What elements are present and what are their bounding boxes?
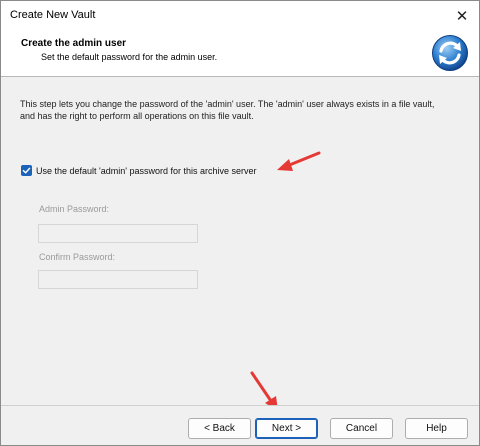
admin-password-label: Admin Password: [39, 204, 110, 214]
window-title: Create New Vault [10, 9, 96, 21]
checkmark-icon [22, 167, 31, 174]
step-description: This step lets you change the password o… [20, 99, 435, 121]
help-button[interactable]: Help [405, 418, 468, 439]
confirm-password-field[interactable] [38, 270, 198, 289]
wizard-content: This step lets you change the password o… [1, 78, 479, 405]
cancel-button[interactable]: Cancel [330, 418, 393, 439]
vault-refresh-icon [432, 35, 468, 71]
close-icon[interactable]: ✕ [445, 1, 479, 31]
admin-password-field[interactable] [38, 224, 198, 243]
annotation-arrow-checkbox [277, 151, 321, 171]
next-button[interactable]: Next > [255, 418, 318, 439]
step-subtitle: Set the default password for the admin u… [41, 52, 218, 62]
confirm-password-label: Confirm Password: [39, 252, 116, 262]
use-default-password-checkbox[interactable] [21, 165, 32, 176]
wizard-footer: < Back Next > Cancel Help [1, 405, 479, 445]
use-default-password-label[interactable]: Use the default 'admin' password for thi… [36, 166, 257, 176]
title-bar: Create New Vault ✕ [1, 1, 479, 31]
use-default-password-row[interactable]: Use the default 'admin' password for thi… [21, 165, 257, 176]
create-new-vault-dialog: Create New Vault ✕ Create the admin user… [0, 0, 480, 446]
back-button[interactable]: < Back [188, 418, 251, 439]
wizard-header: Create the admin user Set the default pa… [1, 31, 479, 77]
step-title: Create the admin user [21, 38, 127, 49]
